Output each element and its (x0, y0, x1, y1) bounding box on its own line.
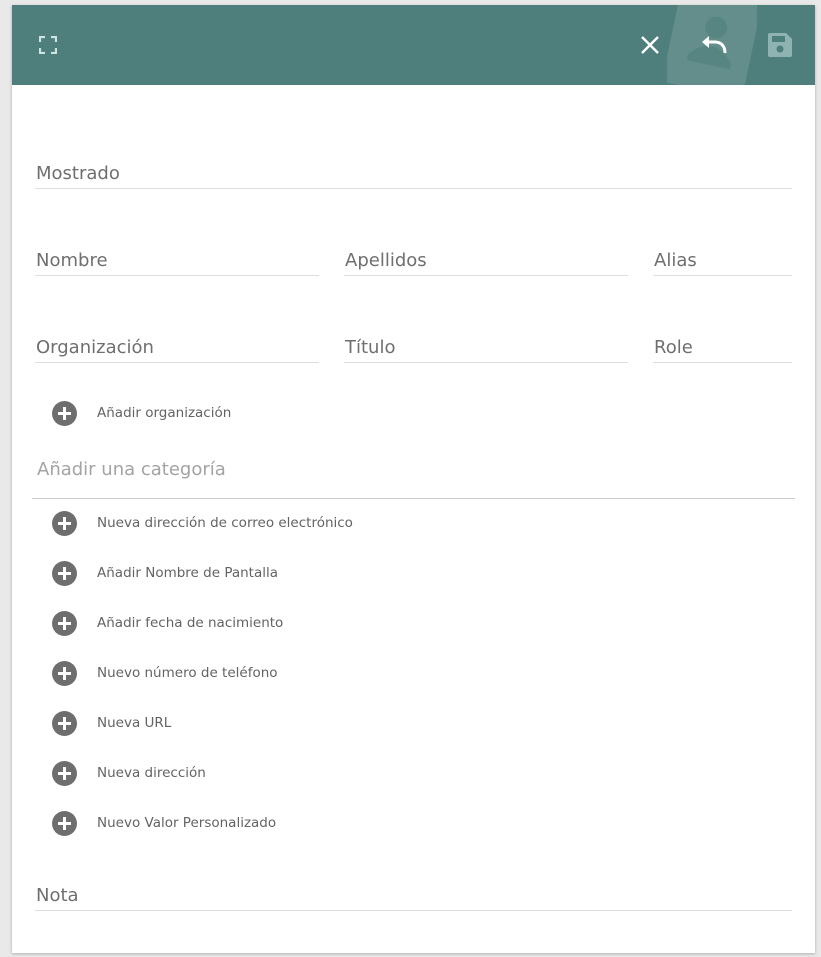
add-url-button[interactable]: Nueva URL (52, 709, 171, 737)
plus-circle-icon (52, 810, 77, 836)
plus-circle-icon (52, 660, 77, 686)
display-name-field[interactable] (35, 154, 793, 189)
fullscreen-icon (39, 36, 57, 54)
save-icon (768, 33, 792, 57)
close-icon (641, 36, 659, 54)
add-organization-label: Añadir organización (97, 405, 232, 421)
add-address-label: Nueva dirección (97, 765, 206, 781)
category-input[interactable] (36, 459, 800, 480)
display-name-input[interactable] (35, 163, 793, 184)
alias-field[interactable] (653, 241, 793, 276)
last-name-input[interactable] (344, 250, 629, 271)
add-email-button[interactable]: Nueva dirección de correo electrónico (52, 509, 353, 537)
role-field[interactable] (653, 328, 793, 363)
add-screen-name-button[interactable]: Añadir Nombre de Pantalla (52, 559, 278, 587)
title-field[interactable] (344, 328, 629, 363)
organization-field[interactable] (35, 328, 320, 363)
add-email-label: Nueva dirección de correo electrónico (97, 515, 353, 531)
add-organization-button[interactable]: Añadir organización (52, 399, 231, 427)
add-phone-label: Nuevo número de teléfono (97, 665, 278, 681)
role-input[interactable] (653, 337, 793, 358)
add-custom-value-button[interactable]: Nuevo Valor Personalizado (52, 809, 276, 837)
add-address-button[interactable]: Nueva dirección (52, 759, 206, 787)
add-url-label: Nueva URL (97, 715, 172, 731)
save-button[interactable] (764, 29, 796, 61)
note-input[interactable] (35, 885, 793, 906)
category-field[interactable] (32, 449, 800, 499)
undo-button[interactable] (698, 29, 730, 61)
first-name-input[interactable] (35, 250, 320, 271)
plus-circle-icon (52, 510, 77, 536)
plus-circle-icon (52, 560, 77, 586)
fullscreen-button[interactable] (32, 29, 64, 61)
plus-circle-icon (52, 710, 77, 736)
title-input[interactable] (344, 337, 629, 358)
editor-header (12, 5, 815, 85)
add-birthday-label: Añadir fecha de nacimiento (97, 615, 284, 631)
add-phone-button[interactable]: Nuevo número de teléfono (52, 659, 278, 687)
last-name-field[interactable] (344, 241, 629, 276)
close-button[interactable] (634, 29, 666, 61)
add-screen-name-label: Añadir Nombre de Pantalla (97, 565, 279, 581)
plus-circle-icon (52, 400, 77, 426)
first-name-field[interactable] (35, 241, 320, 276)
add-birthday-button[interactable]: Añadir fecha de nacimiento (52, 609, 283, 637)
organization-input[interactable] (35, 337, 320, 358)
note-field[interactable] (35, 876, 793, 911)
contact-editor-panel: Añadir organización Nueva dirección de c… (12, 5, 815, 953)
alias-input[interactable] (653, 250, 793, 271)
plus-circle-icon (52, 610, 77, 636)
plus-circle-icon (52, 760, 77, 786)
undo-icon (702, 36, 727, 54)
add-custom-value-label: Nuevo Valor Personalizado (97, 815, 277, 831)
